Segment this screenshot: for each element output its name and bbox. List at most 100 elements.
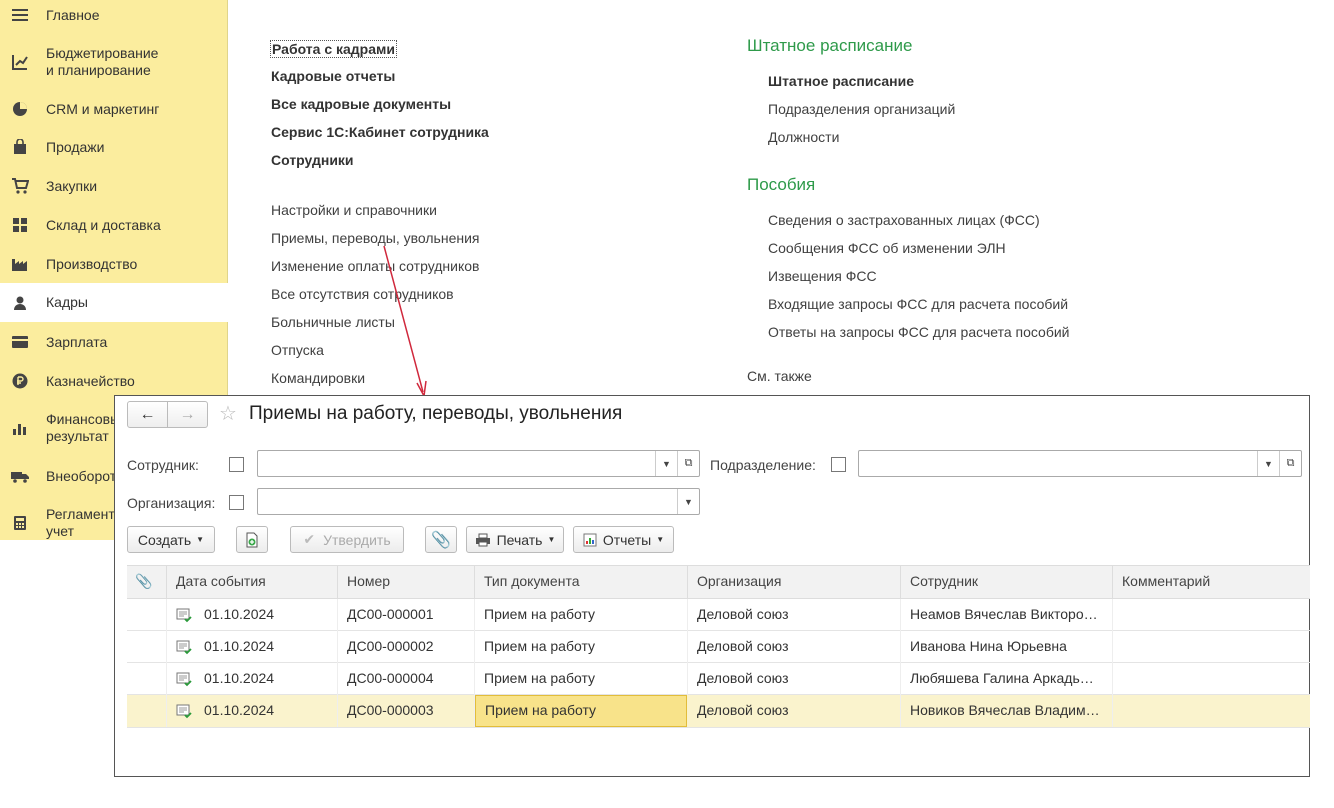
open-icon[interactable]: ⧉ <box>1279 451 1301 476</box>
reports-button-label: Отчеты <box>602 531 652 548</box>
link-absences[interactable]: Все отсутствия сотрудников <box>271 286 454 302</box>
print-button-label: Печать <box>496 531 543 548</box>
table-row-selected[interactable]: 01.10.2024 ДС00-000003 Прием на работу Д… <box>127 695 1310 728</box>
attachment-column-header[interactable]: 📎 <box>127 566 167 599</box>
column-header-employee[interactable]: Сотрудник <box>901 566 1113 599</box>
link-departments[interactable]: Подразделения организаций <box>768 101 955 117</box>
paperclip-icon: 📎 <box>135 573 153 589</box>
chevron-down-icon[interactable]: ▼ <box>677 489 699 514</box>
approve-button[interactable]: ✔ Утвердить <box>290 526 404 553</box>
link-vacations[interactable]: Отпуска <box>271 342 324 358</box>
link-all-hr-documents[interactable]: Все кадровые документы <box>271 96 451 112</box>
sidebar-item-salary[interactable]: Зарплата <box>0 330 228 354</box>
open-icon[interactable]: ⧉ <box>677 451 699 476</box>
link-positions[interactable]: Должности <box>768 129 839 145</box>
organization-filter-checkbox[interactable] <box>229 495 244 510</box>
link-settings[interactable]: Настройки и справочники <box>271 202 437 218</box>
link-hirings-transfers[interactable]: Приемы, переводы, увольнения <box>271 230 480 246</box>
sidebar-item-label: Главное <box>46 6 100 23</box>
chevron-down-icon: ▼ <box>547 535 556 544</box>
attachment-cell <box>127 663 167 695</box>
link-staffing[interactable]: Штатное расписание <box>768 73 914 89</box>
cart-icon <box>10 176 30 196</box>
number-cell: ДС00-000002 <box>338 631 475 663</box>
type-cell-focused[interactable]: Прием на работу <box>475 695 687 727</box>
reports-button[interactable]: Отчеты ▼ <box>573 526 674 553</box>
sidebar-item-label: Производство <box>46 255 138 272</box>
star-icon[interactable]: ☆ <box>219 401 237 426</box>
organization-label: Организация: <box>127 495 216 511</box>
date-cell: 01.10.2024 <box>195 631 338 663</box>
number-cell: ДС00-000004 <box>338 663 475 695</box>
comment-cell <box>1113 663 1310 695</box>
attach-button[interactable]: 📎 <box>425 526 457 553</box>
posted-document-icon <box>176 672 192 687</box>
sidebar-item-purchases[interactable]: Закупки <box>0 174 228 198</box>
create-based-on-button[interactable] <box>236 526 268 553</box>
link-employees[interactable]: Сотрудники <box>271 152 354 168</box>
card-icon <box>10 332 30 352</box>
link-hr-work[interactable]: Работа с кадрами <box>270 40 397 58</box>
link-fss-messages[interactable]: Сообщения ФСС об изменении ЭЛН <box>768 240 1006 256</box>
link-employee-cabinet[interactable]: Сервис 1С:Кабинет сотрудника <box>271 124 489 140</box>
print-button[interactable]: Печать ▼ <box>466 526 564 553</box>
link-fss-incoming-requests[interactable]: Входящие запросы ФСС для расчета пособий <box>768 296 1068 312</box>
organization-cell: Деловой союз <box>688 695 901 727</box>
chevron-down-icon[interactable]: ▼ <box>655 451 677 476</box>
attachment-cell <box>127 631 167 663</box>
shopping-bag-icon <box>10 137 30 157</box>
comment-cell <box>1113 599 1310 631</box>
section-title-benefits: Пособия <box>747 175 816 194</box>
create-button-label: Создать <box>137 531 192 548</box>
sidebar-item-label: Регламент учет <box>46 506 115 539</box>
type-cell: Прием на работу <box>475 631 688 663</box>
employee-cell: Иванова Нина Юрьевна <box>901 631 1113 663</box>
sidebar-item-budget[interactable]: Бюджетирование и планирование <box>0 42 228 82</box>
link-sick-leaves[interactable]: Больничные листы <box>271 314 395 330</box>
sidebar-item-warehouse[interactable]: Склад и доставка <box>0 213 228 237</box>
link-hr-reports[interactable]: Кадровые отчеты <box>271 68 395 84</box>
chevron-down-icon: ▼ <box>656 535 665 544</box>
back-arrow-icon[interactable]: ← <box>128 402 168 427</box>
nav-buttons: ← → <box>127 401 208 428</box>
employee-cell: Неамов Вячеслав Викторо… <box>901 599 1113 631</box>
column-header-comment[interactable]: Комментарий <box>1113 566 1310 599</box>
type-cell: Прием на работу <box>475 599 688 631</box>
table-row[interactable]: 01.10.2024 ДС00-000002 Прием на работу Д… <box>127 631 1310 663</box>
link-fss-notices[interactable]: Извещения ФСС <box>768 268 877 284</box>
column-header-date[interactable]: Дата события <box>167 566 338 599</box>
table-row[interactable]: 01.10.2024 ДС00-000004 Прием на работу Д… <box>127 663 1310 695</box>
sidebar-item-label: CRM и маркетинг <box>46 100 160 117</box>
sidebar-item-sales[interactable]: Продажи <box>0 135 228 159</box>
department-filter-checkbox[interactable] <box>831 457 846 472</box>
employee-label: Сотрудник: <box>127 457 199 473</box>
table-row[interactable]: 01.10.2024 ДС00-000001 Прием на работу Д… <box>127 599 1310 631</box>
link-pay-changes[interactable]: Изменение оплаты сотрудников <box>271 258 479 274</box>
sidebar-item-production[interactable]: Производство <box>0 252 228 276</box>
sidebar-item-crm[interactable]: CRM и маркетинг <box>0 97 228 121</box>
chevron-down-icon[interactable]: ▼ <box>1257 451 1279 476</box>
attachment-cell <box>127 599 167 631</box>
sidebar-item-treasury[interactable]: Казначейство <box>0 369 228 393</box>
link-fss-responses[interactable]: Ответы на запросы ФСС для расчета пособи… <box>768 324 1069 340</box>
forward-arrow-icon[interactable]: → <box>168 402 207 427</box>
check-icon: ✔ <box>303 531 316 547</box>
number-cell: ДС00-000003 <box>338 695 475 727</box>
posted-document-icon <box>176 640 192 655</box>
create-button[interactable]: Создать ▼ <box>127 526 215 553</box>
link-see-also[interactable]: См. также <box>747 368 812 384</box>
department-field[interactable]: ▼ ⧉ <box>858 450 1302 477</box>
column-header-organization[interactable]: Организация <box>688 566 901 599</box>
sidebar-item-main[interactable]: Главное <box>0 3 228 27</box>
link-business-trips[interactable]: Командировки <box>271 370 365 386</box>
warehouse-grid-icon <box>10 215 30 235</box>
paperclip-icon: 📎 <box>431 531 451 549</box>
sidebar-item-hr[interactable]: Кадры <box>0 283 228 322</box>
organization-field[interactable]: ▼ <box>257 488 700 515</box>
employee-filter-checkbox[interactable] <box>229 457 244 472</box>
column-header-type[interactable]: Тип документа <box>475 566 688 599</box>
column-header-number[interactable]: Номер <box>338 566 475 599</box>
employee-field[interactable]: ▼ ⧉ <box>257 450 700 477</box>
link-insured-persons[interactable]: Сведения о застрахованных лицах (ФСС) <box>768 212 1040 228</box>
person-icon <box>10 293 30 313</box>
